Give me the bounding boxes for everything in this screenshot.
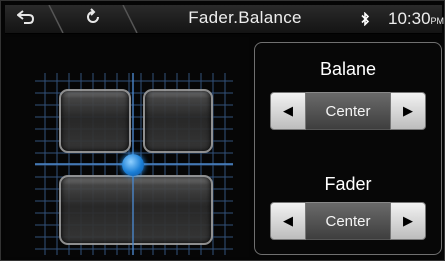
settings-panel: Balane ◀ Center ▶ Fader ◀ Center ▶ — [254, 42, 442, 255]
fader-balance-grid[interactable] — [5, 37, 249, 257]
balance-label: Balane — [319, 59, 377, 79]
fader-left-button[interactable]: ◀ — [270, 202, 306, 240]
header-separator — [48, 5, 64, 33]
loop-button[interactable] — [65, 5, 121, 33]
screen: Fader.Balance 10:30PM Balane ◀ Center ▶ … — [0, 0, 445, 261]
balance-left-button[interactable]: ◀ — [270, 92, 306, 130]
clock: 10:30PM — [388, 5, 444, 33]
back-button[interactable] — [5, 5, 47, 33]
sound-position-marker[interactable] — [122, 154, 144, 176]
triangle-left-icon: ◀ — [283, 103, 293, 118]
center-crosshair — [35, 73, 233, 255]
loop-icon — [84, 7, 102, 31]
triangle-right-icon: ▶ — [403, 103, 413, 118]
balance-right-button[interactable]: ▶ — [390, 92, 426, 130]
fader-value: Center — [306, 202, 390, 240]
fader-right-button[interactable]: ▶ — [390, 202, 426, 240]
header-separator — [122, 5, 138, 33]
clock-time: 10:30 — [388, 9, 431, 28]
fader-label: Fader — [324, 174, 372, 194]
triangle-left-icon: ◀ — [283, 213, 293, 228]
page-title: Fader.Balance — [188, 8, 302, 27]
triangle-right-icon: ▶ — [403, 213, 413, 228]
balance-stepper: ◀ Center ▶ — [270, 92, 426, 130]
clock-ampm: PM — [430, 16, 445, 26]
bluetooth-icon — [355, 5, 375, 33]
fader-stepper: ◀ Center ▶ — [270, 202, 426, 240]
back-arrow-icon — [16, 9, 35, 29]
balance-value: Center — [306, 92, 390, 130]
header-bar: Fader.Balance 10:30PM — [5, 5, 444, 34]
